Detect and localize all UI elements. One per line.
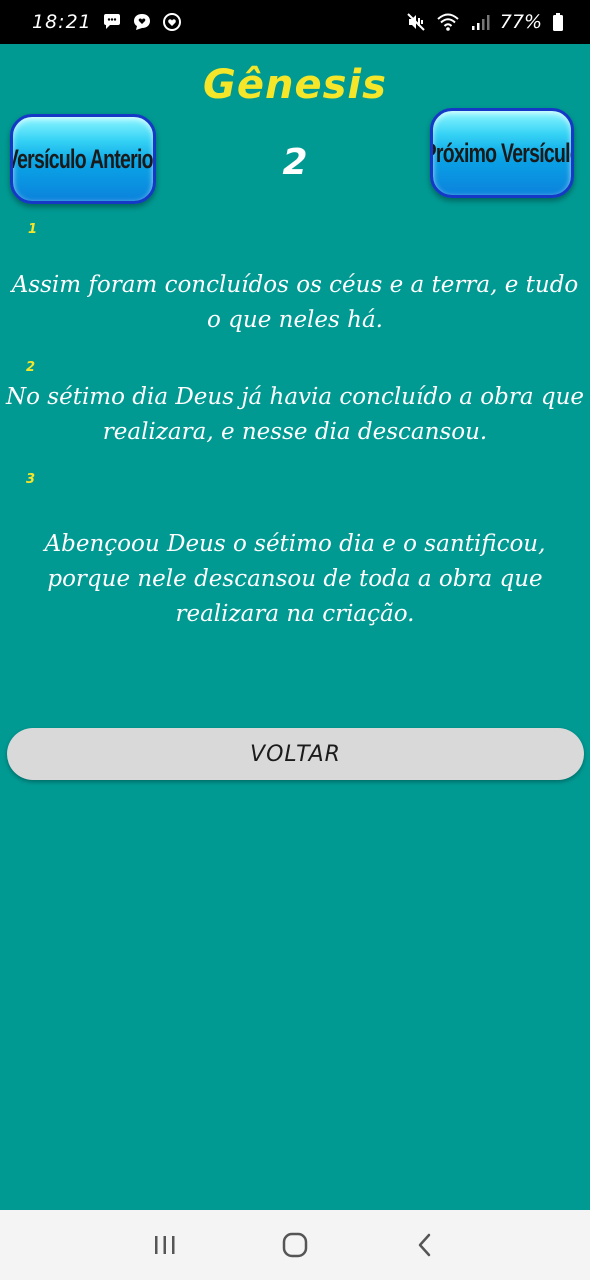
status-time: 18:21 <box>32 11 92 33</box>
wifi-icon <box>436 12 460 32</box>
heart-bubble-icon <box>132 13 152 31</box>
verse-text-3: Abençoou Deus o sétimo dia e o santifico… <box>44 531 546 627</box>
home-icon[interactable] <box>265 1220 325 1270</box>
verse-text-2: No sétimo dia Deus já havia concluído a … <box>6 384 584 445</box>
battery-percentage: 77% <box>499 11 542 33</box>
verse-text-1: Assim foram concluídos os céus e a terra… <box>11 272 579 333</box>
status-left: 18:21 <box>32 11 182 33</box>
back-button[interactable]: VOLTAR <box>7 728 584 780</box>
back-icon[interactable] <box>395 1220 455 1270</box>
verse-number-1: 1 <box>28 222 38 237</box>
mute-vibrate-icon <box>406 12 426 32</box>
chat-bubble-icon <box>102 13 122 31</box>
status-right: 77% <box>406 11 564 33</box>
navigation-bar <box>0 1210 590 1280</box>
recent-apps-icon[interactable] <box>135 1220 195 1270</box>
status-bar: 18:21 77% <box>0 0 590 44</box>
verse-screen: Gênesis Versículo Anterior 2 Próximo Ver… <box>0 44 590 1210</box>
book-title: Gênesis <box>203 62 387 108</box>
verse-number-3: 3 <box>26 472 36 487</box>
previous-verse-button[interactable]: Versículo Anterior <box>10 114 156 204</box>
signal-icon <box>470 12 490 32</box>
next-verse-label: Próximo Versículo <box>430 137 574 168</box>
verse-number-2: 2 <box>26 360 36 375</box>
previous-verse-label: Versículo Anterior <box>10 143 156 174</box>
battery-icon <box>552 12 564 32</box>
chapter-number: 2 <box>282 142 308 183</box>
next-verse-button[interactable]: Próximo Versículo <box>430 108 574 198</box>
heart-circle-icon <box>162 12 182 32</box>
